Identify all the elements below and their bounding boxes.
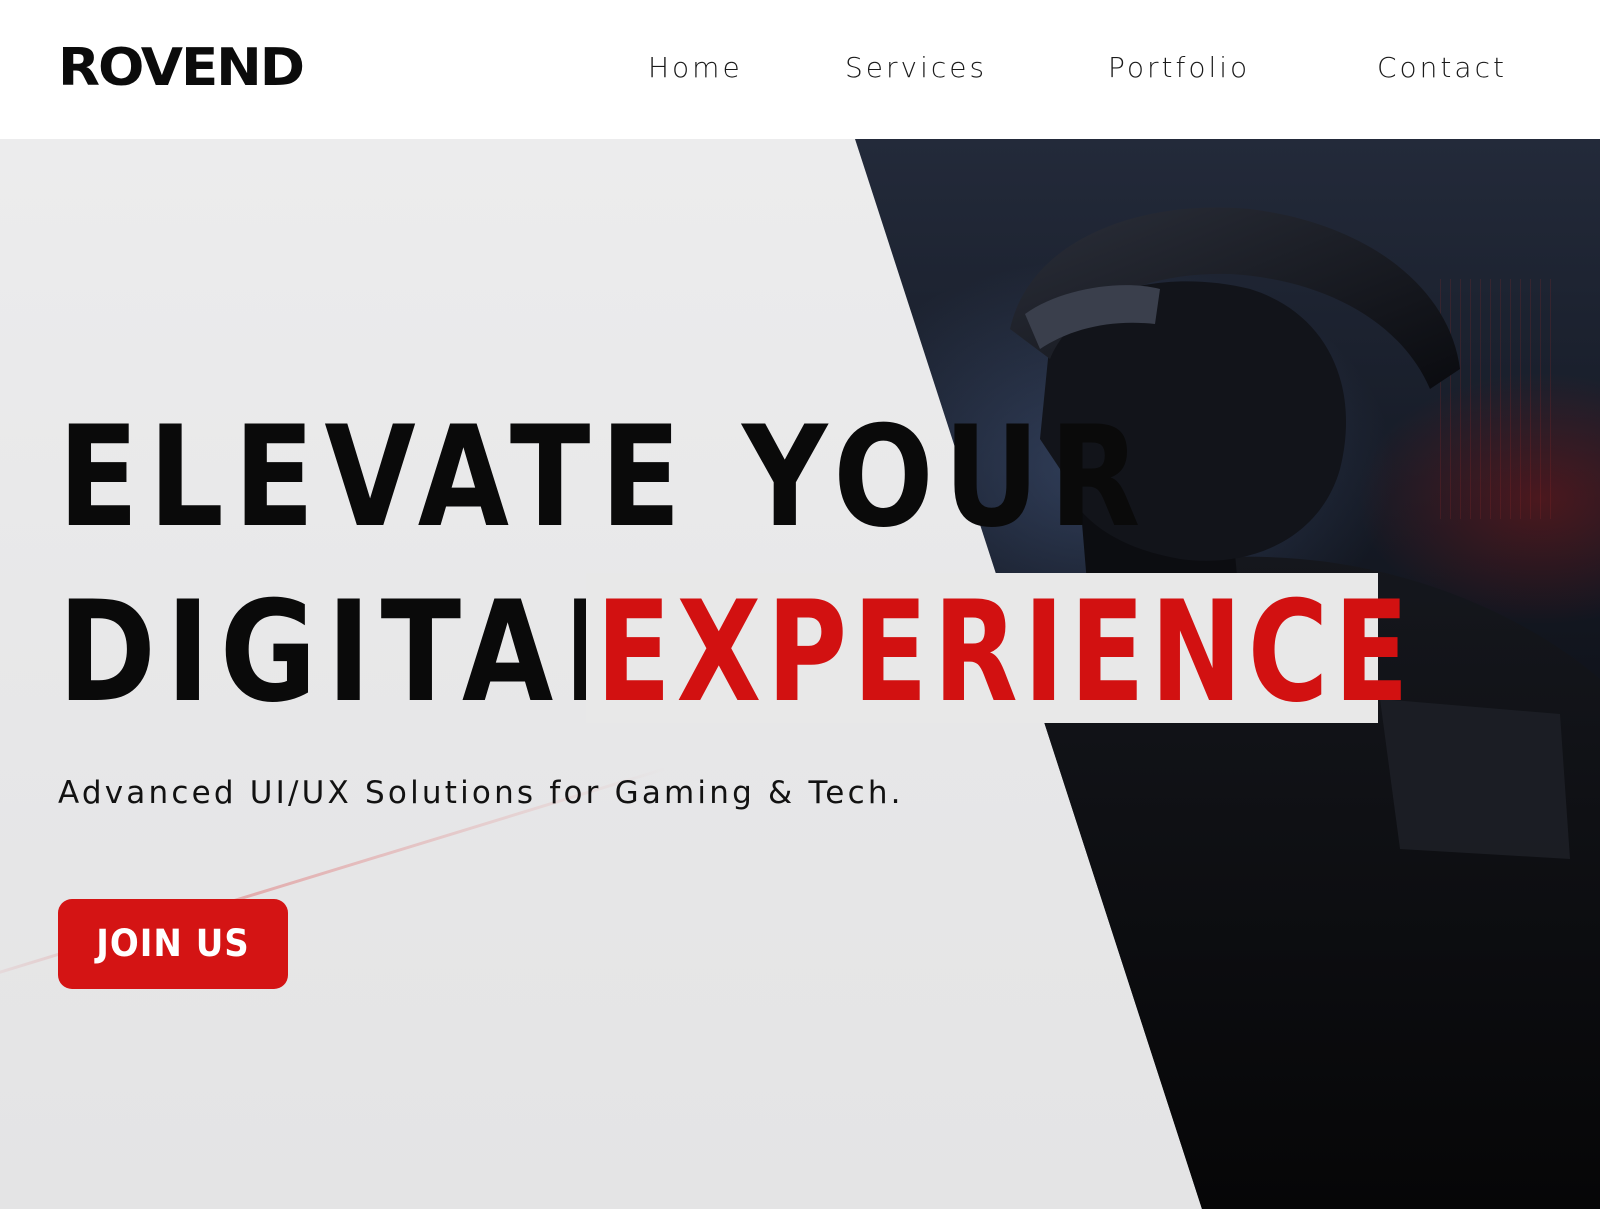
nav-services-link[interactable]: Services bbox=[845, 48, 987, 88]
join-us-button-label: JOIN US bbox=[96, 922, 250, 966]
join-us-button[interactable]: JOIN US bbox=[58, 899, 288, 989]
site-header: ROVEND Home Services Portfolio Contact bbox=[0, 0, 1600, 139]
nav-portfolio-link[interactable]: Portfolio bbox=[1108, 48, 1250, 88]
hero-headline-accent: EXPERIENCE bbox=[596, 570, 1415, 734]
hero-section: ELEVATE YOUR DIGITAL EXPERIENCE Advanced… bbox=[0, 139, 1600, 1209]
hero-subtitle: Advanced UI/UX Solutions for Gaming & Te… bbox=[58, 775, 904, 811]
hero-headline-line1: ELEVATE YOUR bbox=[58, 395, 1151, 559]
brand-logo[interactable]: ROVEND bbox=[58, 36, 305, 100]
nav-contact-link[interactable]: Contact bbox=[1377, 48, 1507, 88]
hero-headline-line2: DIGITAL bbox=[58, 570, 649, 734]
nav-home-link[interactable]: Home bbox=[648, 48, 743, 88]
